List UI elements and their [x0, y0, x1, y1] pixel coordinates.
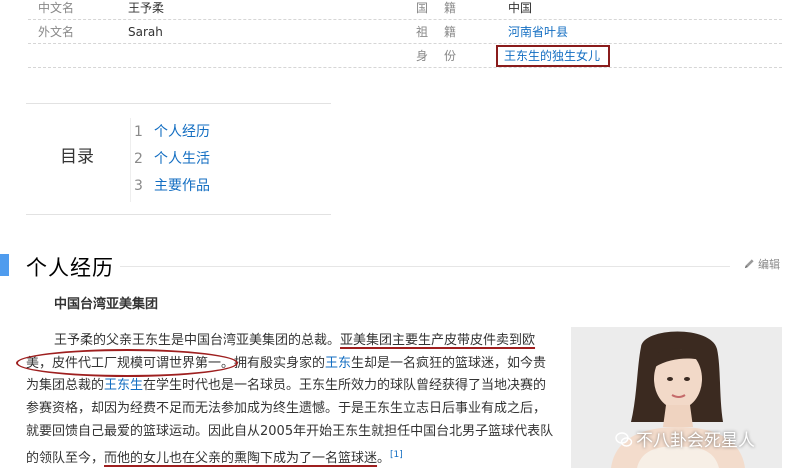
toc-item-label: 主要作品 [154, 178, 210, 194]
text-span: 的领队至今， [26, 451, 105, 466]
paragraph-line-3: 为集团总裁的王东生在学生时代也是一名球员。王东生所效力的球队曾经获得了当地决赛的 [26, 378, 546, 394]
underlined-text: 而他的女儿也在父亲的熏陶下成为了一名篮球迷 [104, 451, 378, 466]
label-ancestral-home: 祖籍 [416, 25, 473, 39]
annotation-oval [16, 349, 238, 377]
reference-link[interactable]: [1] [390, 450, 403, 460]
value-nationality: 中国 [508, 1, 533, 15]
toc-item-label: 个人生活 [154, 151, 210, 167]
label-chinese-name: 中文名 [38, 1, 75, 15]
toc-item-number: 1 [134, 124, 143, 140]
info-row-identity: 身份 王东生的独生女儿 [28, 44, 782, 68]
paragraph-line-1: 王予柔的父亲王东生是中国台湾亚美集团的总裁。亚美集团主要生产皮带皮件卖到欧 [54, 333, 535, 349]
subsection-title: 中国台湾亚美集团 [54, 297, 159, 312]
link-ancestral-home[interactable]: 河南省叶县 [508, 25, 568, 39]
toc-item-3[interactable]: 3 主要作品 [134, 178, 210, 194]
underlined-text: 亚美集团主要生产皮带皮件卖到欧 [340, 333, 536, 348]
label-foreign-name: 外文名 [38, 25, 75, 39]
toc-item-label: 个人经历 [154, 124, 210, 140]
edit-label: 编辑 [758, 258, 780, 271]
pencil-icon [744, 259, 754, 269]
toc-item-1[interactable]: 1 个人经历 [134, 124, 210, 140]
toc-item-number: 2 [134, 151, 143, 167]
table-of-contents: 目录 1 个人经历 2 个人生活 3 主要作品 [26, 103, 331, 215]
info-row-foreign-name: 外文名 Sarah 祖籍 河南省叶县 [28, 20, 782, 44]
toc-title: 目录 [60, 147, 94, 167]
label-nationality: 国籍 [416, 1, 473, 15]
paragraph-line-5: 就要回馈自己最爱的篮球运动。因此自从2005年开始王东生就担任中国台北男子篮球代… [26, 424, 554, 439]
wechat-icon [615, 432, 633, 447]
section-accent-bar [0, 254, 9, 276]
section-title: 个人经历 [26, 256, 114, 280]
label-identity: 身份 [416, 49, 473, 63]
text-span: 为集团总裁的 [26, 378, 105, 393]
toc-item-number: 3 [134, 178, 143, 194]
toc-item-2[interactable]: 2 个人生活 [134, 151, 210, 167]
link-wang-dongsheng[interactable]: 王东生 [104, 378, 143, 393]
paragraph-line-4: 参赛资格，却因为经费不足而无法参加成为终生遗憾。于是王东生立志日后事业有成之后， [26, 401, 547, 416]
text-span: 生却是一名疯狂的篮球迷，如今贵 [351, 356, 547, 371]
text-span: 。 [377, 451, 391, 466]
info-row-chinese-name: 中文名 王予柔 国籍 中国 [28, 0, 782, 20]
edit-button[interactable]: 编辑 [744, 256, 780, 272]
text-span: 王予柔的父亲王东生是中国台湾亚美集团的总裁。 [54, 333, 341, 348]
watermark-text: 不八卦会死星人 [636, 431, 755, 451]
toc-divider [130, 118, 131, 202]
link-wang-dongsheng[interactable]: 王东 [325, 356, 351, 371]
value-chinese-name: 王予柔 [128, 1, 165, 15]
text-span: 在学生时代也是一名球员。王东生所效力的球队曾经获得了当地决赛的 [143, 378, 547, 393]
watermark: 不八卦会死星人 [615, 426, 755, 451]
section-divider [120, 266, 730, 267]
paragraph-line-6: 的领队至今，而他的女儿也在父亲的熏陶下成为了一名篮球迷。[1] [26, 447, 403, 467]
link-identity[interactable]: 王东生的独生女儿 [496, 45, 611, 67]
value-foreign-name: Sarah [128, 25, 163, 39]
